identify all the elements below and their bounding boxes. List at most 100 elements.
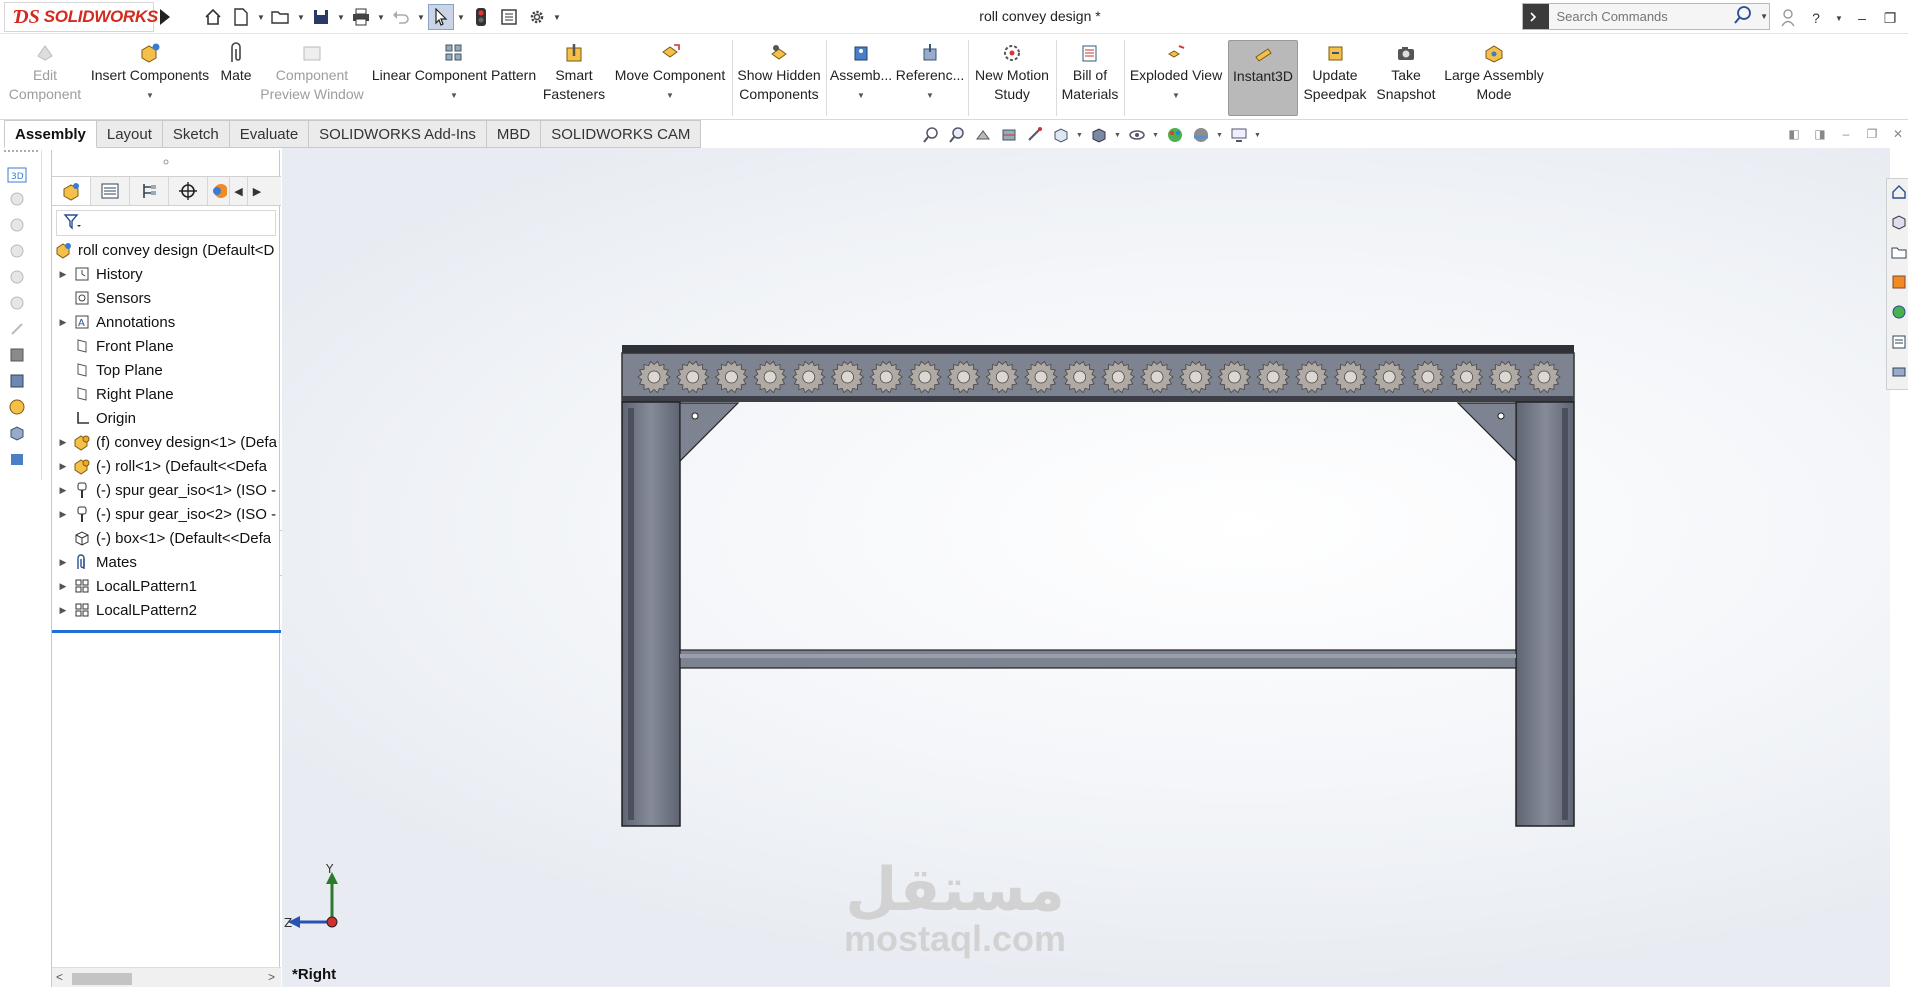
tab-mbd[interactable]: MBD: [486, 120, 542, 148]
graphics-area[interactable]: [282, 148, 1890, 987]
feature-tree-tab-icon[interactable]: [52, 177, 91, 205]
take-snapshot-button[interactable]: Take Snapshot: [1372, 40, 1440, 116]
help-icon[interactable]: ?: [1806, 6, 1826, 30]
reference-geometry-dropdown-icon[interactable]: ▼: [926, 91, 934, 101]
edit-component-button[interactable]: Edit Component: [6, 40, 84, 116]
search-input[interactable]: [1556, 9, 1734, 24]
undo-dropdown-icon[interactable]: ▼: [416, 4, 426, 30]
strip-tool-icon[interactable]: [6, 240, 28, 262]
tree-item[interactable]: (-) box<1> (Default<<Defa: [52, 526, 281, 550]
tab-layout[interactable]: Layout: [96, 120, 163, 148]
print-icon[interactable]: [348, 4, 374, 30]
zoom-to-fit-icon[interactable]: [920, 124, 942, 146]
viewport-minimize-icon[interactable]: –: [1838, 126, 1854, 142]
strip-tool-icon[interactable]: [6, 448, 28, 470]
tree-filter[interactable]: [56, 210, 276, 236]
options-gear-icon[interactable]: [524, 4, 550, 30]
view-palette-icon[interactable]: [1890, 273, 1908, 291]
expand-arrow-icon[interactable]: ▶: [58, 461, 68, 471]
show-hidden-components-button[interactable]: Show Hidden Components: [736, 40, 822, 116]
help-dropdown-icon[interactable]: ▼: [1834, 5, 1844, 31]
large-assembly-mode-button[interactable]: Large Assembly Mode: [1442, 40, 1546, 116]
strip-tool-icon[interactable]: [6, 266, 28, 288]
home-icon[interactable]: [200, 4, 226, 30]
tab-solidworks-cam[interactable]: SOLIDWORKS CAM: [541, 120, 702, 148]
display-style-icon[interactable]: [1088, 124, 1110, 146]
view-settings-dropdown-icon[interactable]: ▼: [1254, 132, 1262, 139]
exploded-view-dropdown-icon[interactable]: ▼: [1172, 91, 1180, 101]
command-prompt-icon[interactable]: [1523, 4, 1549, 29]
strip-tool-icon[interactable]: [6, 396, 28, 418]
tree-item[interactable]: ▶ History: [52, 262, 281, 286]
insert-components-dropdown-icon[interactable]: ▼: [146, 91, 154, 101]
tab-evaluate[interactable]: Evaluate: [229, 120, 310, 148]
strip-tool-icon[interactable]: [6, 214, 28, 236]
tree-item[interactable]: ▶ Mates: [52, 550, 281, 574]
tree-item[interactable]: Top Plane: [52, 358, 281, 382]
tree-item[interactable]: ▶ LocalLPattern2: [52, 598, 281, 622]
strip-tool-icon[interactable]: [6, 370, 28, 392]
open-folder-icon[interactable]: [268, 4, 294, 30]
restore-icon[interactable]: ❐: [1880, 6, 1900, 30]
view-orientation-icon[interactable]: [1050, 124, 1072, 146]
user-icon[interactable]: [1778, 6, 1798, 30]
tab-solidworks-add-ins[interactable]: SOLIDWORKS Add-Ins: [309, 120, 487, 148]
file-properties-icon[interactable]: [496, 4, 522, 30]
property-manager-tab-icon[interactable]: [91, 177, 130, 205]
tree-horizontal-scrollbar[interactable]: < >: [52, 967, 281, 987]
section-view-icon[interactable]: [998, 124, 1020, 146]
custom-properties-icon[interactable]: [1890, 333, 1908, 351]
select-dropdown-icon[interactable]: ▼: [456, 4, 466, 30]
collapse-right-icon[interactable]: ◨: [1812, 126, 1828, 142]
conveyor-model[interactable]: [282, 148, 1890, 987]
new-document-icon[interactable]: [228, 4, 254, 30]
file-explorer-icon[interactable]: [1890, 243, 1908, 261]
design-library-icon[interactable]: [1890, 213, 1908, 231]
move-component-dropdown-icon[interactable]: ▼: [666, 91, 674, 101]
display-manager-tab-icon[interactable]: [208, 177, 230, 205]
tree-item[interactable]: ▶ (-) spur gear_iso<1> (ISO -: [52, 478, 281, 502]
assembly-features-dropdown-icon[interactable]: ▼: [857, 91, 865, 101]
strip-tool-icon[interactable]: [6, 344, 28, 366]
open-dropdown-icon[interactable]: ▼: [296, 4, 306, 30]
new-motion-study-button[interactable]: New Motion Study: [972, 40, 1052, 116]
3d-sketch-icon[interactable]: 3D: [6, 164, 28, 186]
exploded-view-button[interactable]: Exploded View ▼: [1128, 40, 1224, 116]
edit-appearance-icon[interactable]: [1164, 124, 1186, 146]
zoom-to-area-icon[interactable]: [946, 124, 968, 146]
tree-item[interactable]: Sensors: [52, 286, 281, 310]
dynamic-annotation-icon[interactable]: [1024, 124, 1046, 146]
solidworks-logo[interactable]: ƊS SOLIDWORKS: [4, 2, 158, 32]
dimxpert-tab-icon[interactable]: [169, 177, 208, 205]
scroll-right-icon[interactable]: >: [268, 970, 275, 984]
strip-tool-icon[interactable]: [6, 292, 28, 314]
viewport-close-icon[interactable]: ✕: [1890, 126, 1906, 142]
configuration-manager-tab-icon[interactable]: [130, 177, 169, 205]
solidworks-resources-icon[interactable]: [1890, 183, 1908, 201]
toolbar-grip[interactable]: [4, 150, 38, 152]
save-dropdown-icon[interactable]: ▼: [336, 4, 346, 30]
linear-pattern-dropdown-icon[interactable]: ▼: [450, 91, 458, 101]
expand-arrow-icon[interactable]: ▶: [58, 581, 68, 591]
save-icon[interactable]: [308, 4, 334, 30]
insert-components-button[interactable]: Insert Components ▼: [88, 40, 212, 116]
tree-item[interactable]: ▶ A Annotations: [52, 310, 281, 334]
tree-item[interactable]: Front Plane: [52, 334, 281, 358]
scrollbar-thumb[interactable]: [72, 973, 132, 985]
filter-icon[interactable]: [63, 213, 83, 234]
smart-fasteners-button[interactable]: Smart Fasteners: [542, 40, 606, 116]
select-pointer-icon[interactable]: [428, 4, 454, 30]
viewport-restore-icon[interactable]: ❐: [1864, 126, 1880, 142]
search-dropdown-icon[interactable]: ▼: [1759, 4, 1769, 30]
view-orientation-dropdown-icon[interactable]: ▼: [1076, 132, 1084, 139]
hide-show-items-icon[interactable]: [1126, 124, 1148, 146]
options-dropdown-icon[interactable]: ▼: [552, 4, 562, 30]
expand-arrow-icon[interactable]: ▶: [58, 509, 68, 519]
tree-root[interactable]: roll convey design (Default<D: [52, 238, 281, 262]
search-commands-box[interactable]: ▼: [1522, 3, 1770, 30]
menu-flyout-arrow-icon[interactable]: [160, 9, 170, 25]
expand-arrow-icon[interactable]: ▶: [58, 557, 68, 567]
search-icon[interactable]: [1733, 5, 1753, 28]
tab-scroll-left-icon[interactable]: ◀: [230, 177, 248, 205]
strip-tool-icon[interactable]: [6, 188, 28, 210]
